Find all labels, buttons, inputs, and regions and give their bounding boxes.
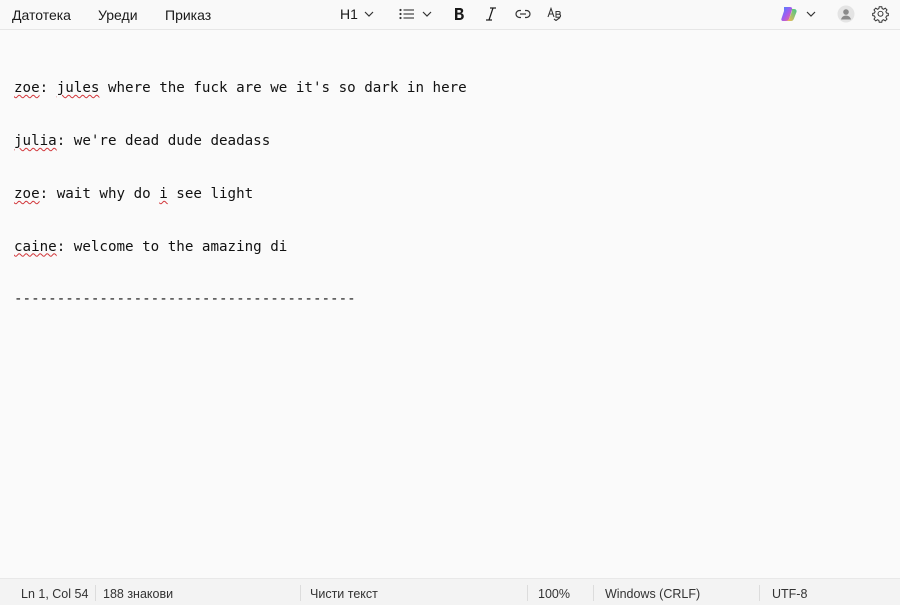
editor-line: julia: we're dead dude deadass	[14, 133, 884, 151]
line-text: : welcome to the amazing di	[56, 238, 288, 255]
spellcheck-icon	[547, 7, 563, 21]
editor-line: caine: welcome to the amazing di	[14, 239, 884, 257]
zoom-level[interactable]: 100%	[538, 587, 570, 601]
chevron-down-icon	[364, 11, 374, 17]
status-divider	[759, 585, 760, 601]
text-editor[interactable]: zoe: jules where the fuck are we it's so…	[14, 45, 884, 565]
menu-view[interactable]: Приказ	[165, 6, 211, 24]
status-bar: Ln 1, Col 54 188 знакови Чисти текст 100…	[0, 578, 900, 605]
chevron-down-icon	[806, 11, 816, 17]
cursor-position[interactable]: Ln 1, Col 54	[21, 587, 88, 601]
heading-label: H1	[340, 6, 358, 22]
copilot-button[interactable]	[778, 3, 818, 25]
heading-dropdown[interactable]: H1	[336, 3, 378, 25]
bold-icon	[453, 7, 465, 21]
speaker-name: zoe	[14, 80, 40, 97]
speaker-name: zoe	[14, 185, 40, 202]
misspelled-word: i	[159, 185, 168, 202]
encoding[interactable]: UTF-8	[772, 587, 807, 601]
settings-button[interactable]	[870, 3, 890, 25]
bold-button[interactable]	[448, 3, 470, 25]
speaker-name: julia	[14, 132, 57, 149]
gear-icon	[871, 5, 889, 23]
editor-line: zoe: wait why do i see light	[14, 186, 884, 204]
editor-line: zoe: jules where the fuck are we it's so…	[14, 80, 884, 98]
line-text: see light	[167, 185, 254, 202]
link-button[interactable]	[512, 3, 534, 25]
line-text: where the fuck are we it's so dark in he…	[99, 80, 467, 97]
text-format[interactable]: Чисти текст	[310, 587, 378, 601]
status-divider	[527, 585, 528, 601]
menu-bar: Датотека Уреди Приказ H1	[0, 0, 900, 30]
line-text: : wait why do	[39, 185, 160, 202]
menu-file[interactable]: Датотека	[12, 6, 71, 24]
avatar-icon	[837, 5, 855, 23]
line-ending[interactable]: Windows (CRLF)	[605, 587, 700, 601]
chevron-down-icon	[422, 11, 432, 17]
status-divider	[593, 585, 594, 601]
copilot-icon	[780, 5, 798, 23]
line-text: : we're dead dude deadass	[56, 132, 271, 149]
list-dropdown[interactable]	[395, 3, 435, 25]
editor-line: ----------------------------------------	[14, 291, 884, 309]
spellcheck-button[interactable]	[544, 3, 566, 25]
italic-icon	[485, 7, 497, 21]
separator-line-text: ----------------------------------------	[14, 291, 356, 308]
misspelled-word: jules	[56, 80, 100, 97]
speaker-name: caine	[14, 238, 57, 255]
account-button[interactable]	[836, 3, 856, 25]
bulleted-list-icon	[398, 8, 415, 20]
italic-button[interactable]	[480, 3, 502, 25]
line-text: :	[39, 80, 57, 97]
menu-edit[interactable]: Уреди	[98, 6, 138, 24]
character-count: 188 знакови	[103, 587, 174, 601]
status-divider	[95, 585, 96, 601]
status-divider	[300, 585, 301, 601]
link-icon	[515, 9, 531, 19]
